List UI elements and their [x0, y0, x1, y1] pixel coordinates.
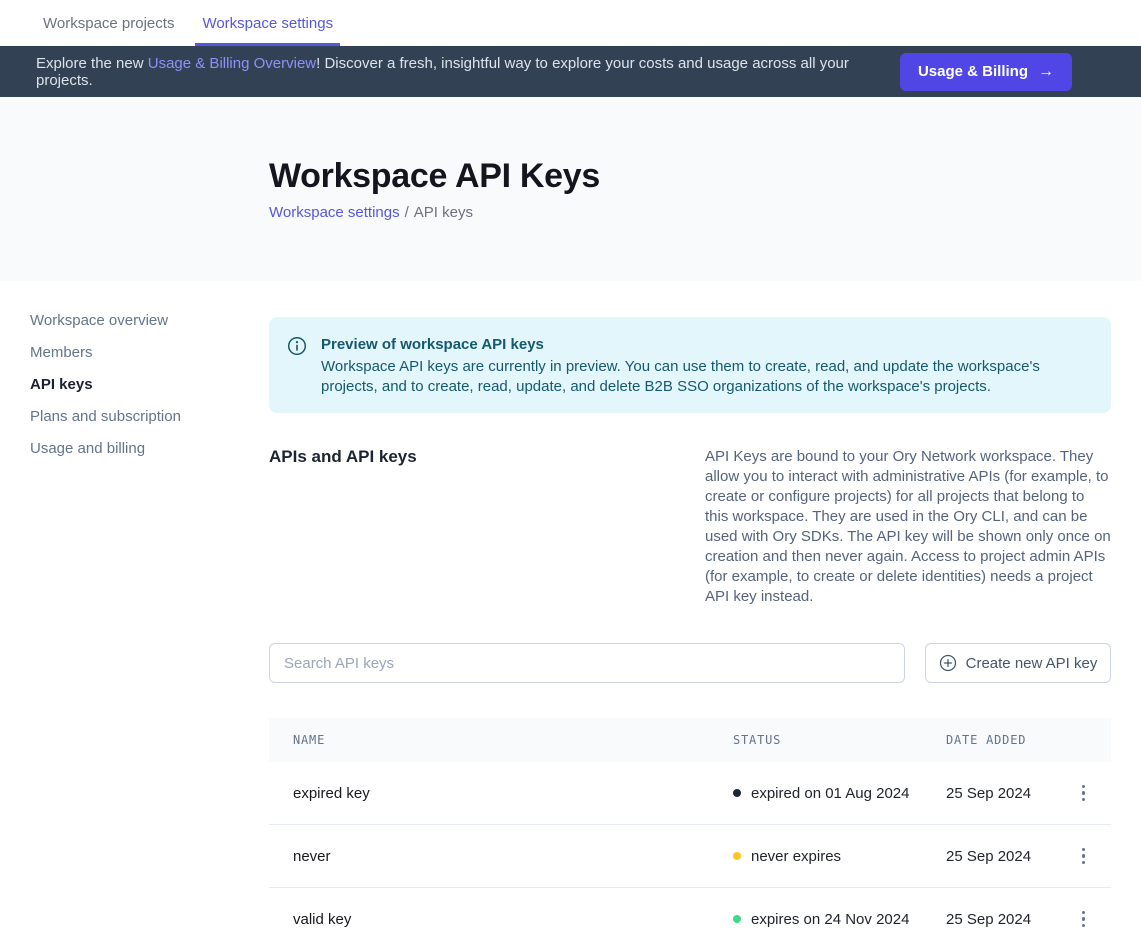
status-text: expires on 24 Nov 2024: [751, 911, 909, 928]
create-api-key-button-label: Create new API key: [966, 655, 1098, 672]
api-key-name: valid key: [269, 911, 733, 928]
main-column: Preview of workspace API keys Workspace …: [269, 281, 1111, 940]
api-key-name: expired key: [269, 785, 733, 802]
sidebar-item-members[interactable]: Members: [30, 343, 230, 363]
breadcrumb-current: API keys: [414, 204, 473, 221]
usage-billing-button-label: Usage & Billing: [918, 63, 1028, 80]
table-row: expired key expired on 01 Aug 2024 25 Se…: [269, 762, 1111, 825]
content-area: Workspace overview Members API keys Plan…: [0, 281, 1141, 940]
date-added: 25 Sep 2024: [946, 785, 1058, 802]
section-description: API Keys are bound to your Ory Network w…: [705, 447, 1111, 607]
api-keys-section-intro: APIs and API keys API Keys are bound to …: [269, 447, 1111, 607]
column-header-name: NAME: [269, 733, 733, 747]
breadcrumb: Workspace settings / API keys: [269, 204, 1111, 221]
status-dot: [733, 789, 741, 797]
status-dot: [733, 852, 741, 860]
tab-workspace-settings[interactable]: Workspace settings: [195, 0, 340, 46]
info-icon: [287, 336, 307, 397]
section-heading: APIs and API keys: [269, 447, 705, 467]
sidebar-item-plans-and-subscription[interactable]: Plans and subscription: [30, 407, 230, 427]
preview-alert: Preview of workspace API keys Workspace …: [269, 317, 1111, 413]
table-header-row: NAME STATUS DATE ADDED: [269, 718, 1111, 762]
preview-alert-body: Workspace API keys are currently in prev…: [321, 357, 1087, 397]
search-input[interactable]: [269, 643, 905, 683]
api-keys-toolbar: Create new API key: [269, 643, 1111, 683]
date-added: 25 Sep 2024: [946, 848, 1058, 865]
api-keys-table: NAME STATUS DATE ADDED expired key expir…: [269, 718, 1111, 940]
column-header-date-added: DATE ADDED: [946, 733, 1058, 747]
create-api-key-button[interactable]: Create new API key: [925, 643, 1111, 683]
page-header: Workspace API Keys Workspace settings / AP…: [0, 97, 1141, 281]
kebab-menu-icon[interactable]: [1078, 781, 1090, 806]
preview-alert-title: Preview of workspace API keys: [321, 335, 1087, 355]
status-text: expired on 01 Aug 2024: [751, 785, 909, 802]
table-row: valid key expires on 24 Nov 2024 25 Sep …: [269, 888, 1111, 940]
page-title: Workspace API Keys: [269, 155, 1111, 197]
status-text: never expires: [751, 848, 841, 865]
kebab-menu-icon[interactable]: [1078, 844, 1090, 869]
breadcrumb-workspace-settings-link[interactable]: Workspace settings: [269, 204, 400, 221]
table-row: never never expires 25 Sep 2024: [269, 825, 1111, 888]
preview-alert-content: Preview of workspace API keys Workspace …: [321, 335, 1087, 397]
arrow-right-icon: →: [1038, 63, 1054, 81]
usage-billing-overview-link[interactable]: Usage & Billing Overview: [148, 55, 316, 72]
top-tab-bar: Workspace projects Workspace settings: [0, 0, 1141, 46]
date-added: 25 Sep 2024: [946, 911, 1058, 928]
announcement-banner: Explore the new Usage & Billing Overview…: [0, 46, 1141, 97]
plus-circle-icon: [939, 654, 957, 672]
usage-billing-button[interactable]: Usage & Billing →: [900, 53, 1072, 91]
settings-sidebar: Workspace overview Members API keys Plan…: [30, 281, 269, 940]
column-header-status: STATUS: [733, 733, 946, 747]
sidebar-item-usage-and-billing[interactable]: Usage and billing: [30, 439, 230, 459]
tab-workspace-projects[interactable]: Workspace projects: [36, 0, 181, 46]
status-dot: [733, 915, 741, 923]
kebab-menu-icon[interactable]: [1078, 907, 1090, 932]
announcement-text-before: Explore the new: [36, 55, 148, 72]
sidebar-item-api-keys[interactable]: API keys: [30, 375, 230, 395]
breadcrumb-separator: /: [405, 204, 409, 221]
sidebar-item-workspace-overview[interactable]: Workspace overview: [30, 311, 230, 331]
announcement-message: Explore the new Usage & Billing Overview…: [36, 55, 900, 89]
api-key-name: never: [269, 848, 733, 865]
